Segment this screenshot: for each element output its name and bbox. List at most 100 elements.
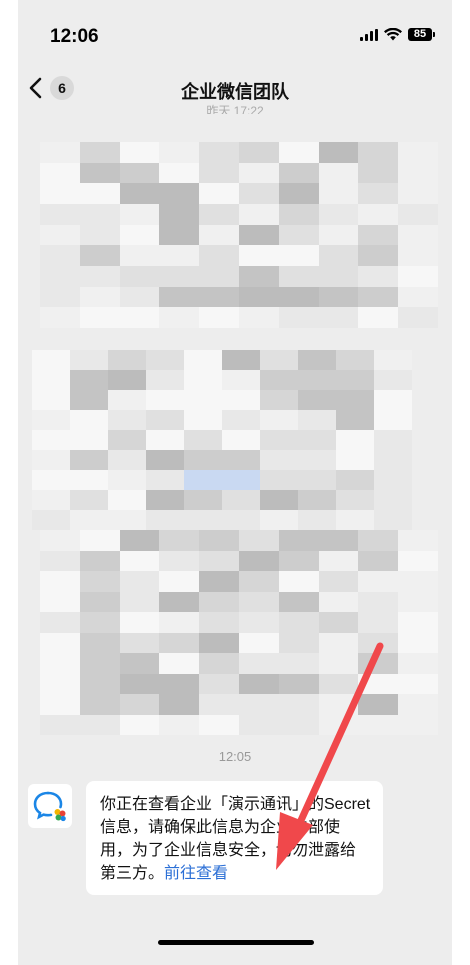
mosaic-tile (222, 430, 260, 450)
mosaic-tile (318, 286, 359, 308)
mosaic-tile (260, 430, 298, 450)
mosaic-tile (318, 591, 359, 612)
mosaic-tile (238, 714, 279, 735)
mosaic-tile (318, 530, 359, 551)
mosaic-tile (222, 370, 260, 390)
mosaic-tile (159, 612, 200, 633)
mosaic-tile (79, 714, 120, 735)
mosaic-tile (318, 653, 359, 674)
mosaic-tile (260, 490, 298, 510)
mosaic-tile (358, 142, 399, 163)
mosaic-tile (298, 430, 336, 450)
mosaic-tile (32, 450, 70, 470)
mosaic-tile (278, 286, 319, 308)
mosaic-tile (260, 370, 298, 390)
mosaic-tile (199, 265, 239, 287)
mosaic-tile (318, 142, 359, 163)
view-link[interactable]: 前往查看 (164, 865, 228, 882)
mosaic-tile (70, 510, 108, 530)
mosaic-tile (398, 632, 438, 653)
mosaic-tile (358, 162, 399, 184)
mosaic-tile (32, 430, 70, 450)
mosaic-tile (260, 470, 298, 490)
mosaic-tile (119, 142, 160, 163)
mosaic-tile (40, 612, 80, 633)
mosaic-tile (374, 490, 412, 510)
mosaic-tile (70, 350, 108, 370)
mosaic-tile (358, 694, 399, 715)
mosaic-tile (318, 673, 359, 694)
mosaic-tile (119, 571, 160, 592)
mosaic-tile (318, 694, 359, 715)
battery-indicator: 85 (408, 28, 435, 41)
mosaic-tile (108, 490, 146, 510)
mosaic-tile (278, 162, 319, 184)
mosaic-tile (119, 245, 160, 266)
mosaic-tile (336, 470, 374, 490)
mosaic-tile (184, 490, 222, 510)
mosaic-tile (278, 142, 319, 163)
mosaic-tile (336, 390, 374, 410)
mosaic-tile (238, 571, 279, 592)
mosaic-tile (398, 245, 438, 266)
mosaic-tile (318, 632, 359, 653)
mosaic-tile (358, 245, 399, 266)
mosaic-tile (70, 370, 108, 390)
mosaic-tile (199, 550, 239, 571)
mosaic-tile (108, 450, 146, 470)
mosaic-tile (374, 470, 412, 490)
mosaic-tile (298, 370, 336, 390)
mosaic-tile (336, 450, 374, 470)
mosaic-tile (184, 470, 222, 490)
mosaic-tile (318, 245, 359, 266)
mosaic-tile (119, 550, 160, 571)
mosaic-tile (40, 550, 80, 571)
mosaic-tile (358, 673, 399, 694)
mosaic-tile (238, 673, 279, 694)
mosaic-tile (278, 591, 319, 612)
mosaic-tile (159, 571, 200, 592)
mosaic-tile (298, 350, 336, 370)
mosaic-tile (238, 591, 279, 612)
mosaic-tile (108, 470, 146, 490)
mosaic-tile (40, 530, 80, 551)
mosaic-tile (222, 510, 260, 530)
mosaic-tile (119, 265, 160, 287)
mosaic-tile (119, 612, 160, 633)
mosaic-tile (79, 245, 120, 266)
mosaic-tile (119, 694, 160, 715)
mosaic-tile (398, 673, 438, 694)
mosaic-tile (222, 470, 260, 490)
mosaic-tile (79, 286, 120, 308)
mosaic-tile (358, 224, 399, 246)
mosaic-tile (298, 390, 336, 410)
mosaic-tile (199, 591, 239, 612)
mosaic-tile (40, 694, 80, 715)
mosaic-tile (278, 653, 319, 674)
mosaic-tile (119, 162, 160, 184)
mosaic-tile (40, 632, 80, 653)
mosaic-tile (222, 410, 260, 430)
mosaic-tile (298, 410, 336, 430)
sender-avatar[interactable] (28, 784, 72, 828)
mosaic-tile (159, 653, 200, 674)
wecom-logo-icon (33, 791, 66, 822)
mosaic-tile (358, 571, 399, 592)
mosaic-tile (358, 591, 399, 612)
mosaic-tile (318, 307, 359, 328)
mosaic-tile (79, 530, 120, 551)
mosaic-tile (199, 571, 239, 592)
mosaic-tile (146, 490, 184, 510)
mosaic-tile (318, 162, 359, 184)
mosaic-tile (238, 224, 279, 246)
mosaic-tile (184, 350, 222, 370)
mosaic-tile (32, 390, 70, 410)
mosaic-tile (358, 286, 399, 308)
redacted-message-3 (40, 530, 438, 735)
mosaic-tile (79, 632, 120, 653)
mosaic-tile (79, 265, 120, 287)
mosaic-tile (146, 430, 184, 450)
signal-icon (360, 28, 378, 41)
mosaic-tile (40, 203, 80, 225)
mosaic-tile (40, 224, 80, 246)
